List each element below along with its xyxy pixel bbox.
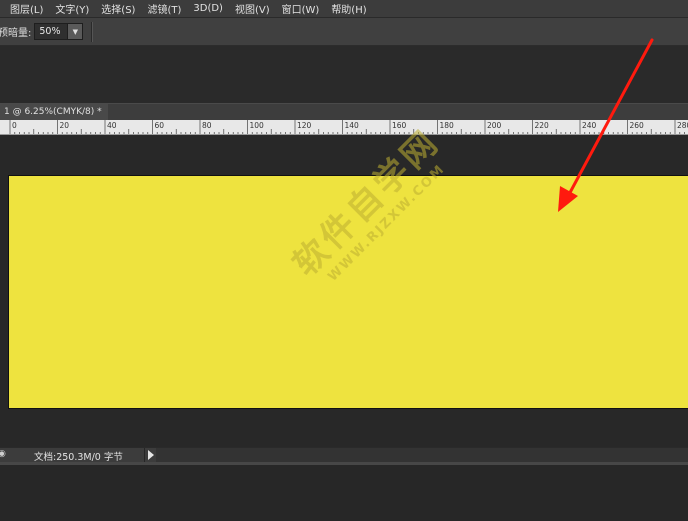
ruler-label: 100 [250,121,265,130]
menu-item-help[interactable]: 帮助(H) [325,1,372,16]
menu-item-type[interactable]: 文字(Y) [49,1,95,16]
status-text: 文档:250.3M/0 字节 [34,452,123,463]
ruler-label: 140 [345,121,360,130]
document-tab-bar: 1 @ 6.25%(CMYK/8) * [0,103,688,121]
ruler-label: 80 [202,121,212,130]
ruler-label: 40 [107,121,117,130]
ruler-label: 280 [677,121,688,130]
document-tab[interactable]: 1 @ 6.25%(CMYK/8) * [0,104,108,121]
amount-combo[interactable]: 50% ▼ [34,23,84,40]
status-gear-icon[interactable]: ◉ [0,449,6,459]
menu-bar: 图层(L) 文字(Y) 选择(S) 滤镜(T) 3D(D) 视图(V) 窗口(W) 帮助(H) [0,0,688,18]
status-bar: ◉ 文档:250.3M/0 字节 [0,447,688,463]
empty-panel-area [0,46,688,103]
menu-item-image[interactable]: 图层(L) [0,1,49,16]
menu-item-filter[interactable]: 滤镜(T) [141,1,187,16]
ruler-label: 180 [440,121,455,130]
status-separator [144,448,145,462]
amount-value[interactable]: 50% [35,26,67,37]
ruler-label: 60 [155,121,165,130]
play-icon[interactable] [148,450,154,460]
status-scroll-area [156,448,688,462]
ruler-label: 220 [535,121,550,130]
document-tab-title: 1 @ 6.25%(CMYK/8) * [4,107,102,117]
ruler-label: 240 [582,121,597,130]
menu-item-window[interactable]: 窗口(W) [276,1,326,16]
ruler-label: 200 [487,121,502,130]
ruler-label: 260 [630,121,645,130]
ruler-ticks: 0 20 40 60 80 100 120 140 160 180 200 220 240 260 280 [9,120,688,134]
canvas-area[interactable]: 软件自学网 WWW.RJZXW.COM [0,122,688,447]
yellow-rectangle[interactable] [8,175,688,409]
menu-item-view[interactable]: 视图(V) [229,1,276,16]
options-separator [91,21,94,42]
chevron-down-icon[interactable]: ▼ [67,24,83,39]
ruler-label: 0 [12,121,17,130]
ruler-label: 20 [60,121,70,130]
horizontal-ruler[interactable]: 0 20 40 60 80 100 120 140 160 180 200 220 240 260 280 [0,120,688,135]
ruler-label: 160 [392,121,407,130]
bottom-panel [0,465,688,521]
ruler-label: 120 [297,121,312,130]
menu-item-select[interactable]: 选择(S) [95,1,141,16]
options-label: 预暗量: [0,28,32,39]
options-bar: 预暗量: 50% ▼ [0,18,688,46]
menu-item-3d[interactable]: 3D(D) [187,3,229,14]
